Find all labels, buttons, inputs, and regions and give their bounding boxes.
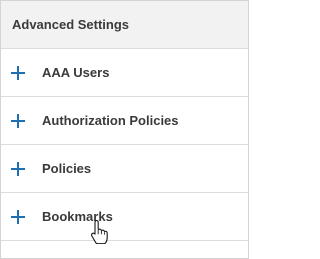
panel-header: Advanced Settings — [1, 1, 248, 49]
plus-icon[interactable] — [11, 113, 25, 128]
nav-item-label: AAA Users — [42, 65, 110, 80]
panel-title: Advanced Settings — [12, 17, 130, 32]
plus-icon[interactable] — [11, 65, 25, 80]
advanced-settings-panel: Advanced Settings AAA Users Authorizatio… — [0, 0, 249, 259]
nav-item-authorization-policies[interactable]: Authorization Policies — [1, 97, 248, 145]
nav-item-policies[interactable]: Policies — [1, 145, 248, 193]
nav-item-label: Authorization Policies — [42, 113, 179, 128]
plus-icon[interactable] — [11, 161, 25, 176]
hand-pointer-icon — [91, 220, 108, 244]
nav-item-label: Policies — [42, 161, 92, 176]
empty-row — [1, 241, 248, 259]
nav-item-aaa-users[interactable]: AAA Users — [1, 49, 248, 97]
nav-item-bookmarks[interactable]: Bookmarks — [1, 193, 248, 241]
plus-icon[interactable] — [11, 209, 25, 224]
